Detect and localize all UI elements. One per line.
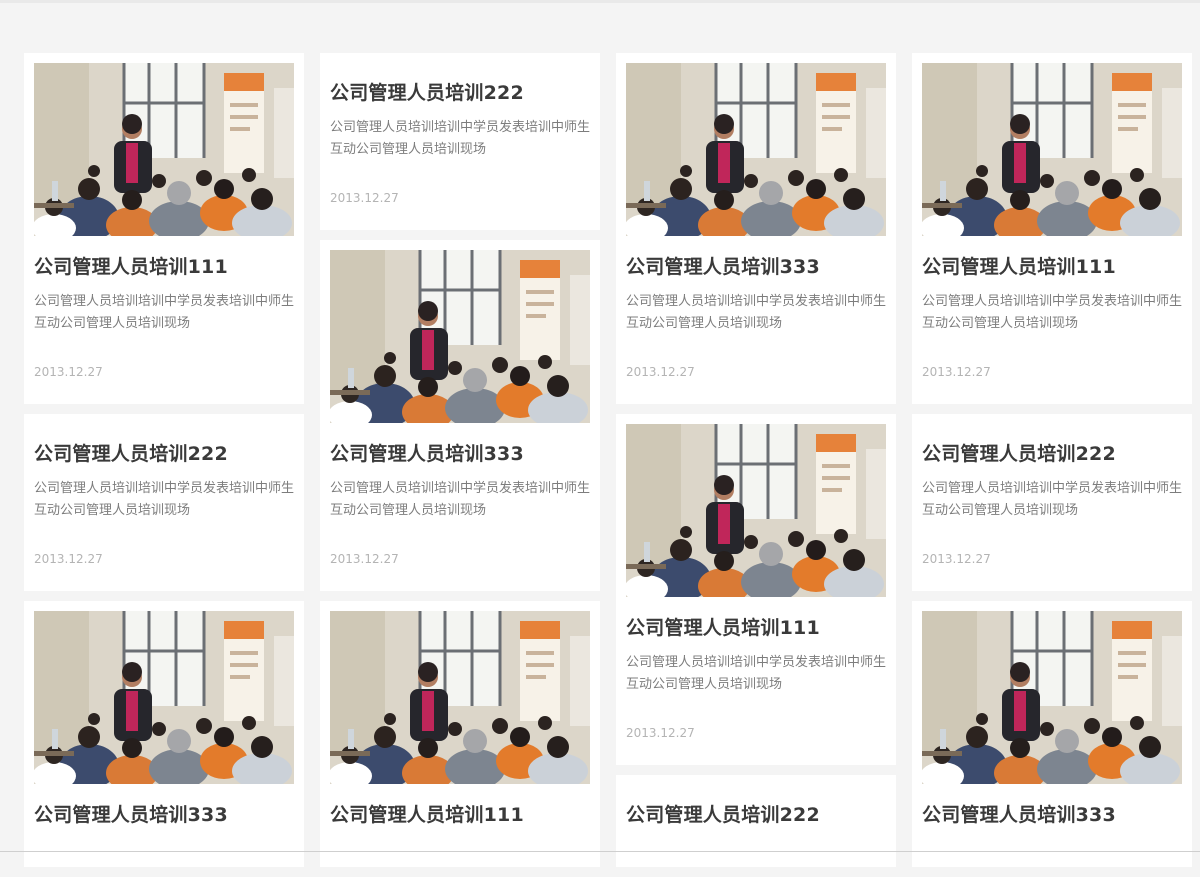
article-card[interactable]: 公司管理人员培训222 xyxy=(616,775,896,867)
card-title[interactable]: 公司管理人员培训222 xyxy=(922,442,1182,466)
card-description: 公司管理人员培训培训中学员发表培训中师生互动公司管理人员培训现场 xyxy=(330,481,591,518)
card-date: 2013.12.27 xyxy=(922,365,991,379)
grid-column-2: 公司管理人员培训222 公司管理人员培训培训中学员发表培训中师生互动公司管理人员培… xyxy=(320,53,600,877)
article-card[interactable]: 公司管理人员培训111 公司管理人员培训培训中学员发表培训中师生互动公司管理人员培… xyxy=(912,53,1192,404)
article-card[interactable]: 公司管理人员培训333 xyxy=(912,601,1192,867)
card-title[interactable]: 公司管理人员培训111 xyxy=(922,255,1182,279)
card-photo[interactable] xyxy=(330,611,590,784)
card-date: 2013.12.27 xyxy=(922,552,991,566)
grid-column-3: 公司管理人员培训333 公司管理人员培训培训中学员发表培训中师生互动公司管理人员培… xyxy=(616,53,896,877)
grid-column-1: 公司管理人员培训111 公司管理人员培训培训中学员发表培训中师生互动公司管理人员培… xyxy=(24,53,304,877)
card-date: 2013.12.27 xyxy=(34,365,103,379)
article-card[interactable]: 公司管理人员培训333 xyxy=(24,601,304,867)
horizontal-scrollbar[interactable] xyxy=(0,851,1200,852)
top-border xyxy=(0,0,1200,3)
card-title[interactable]: 公司管理人员培训222 xyxy=(330,81,590,105)
card-description: 公司管理人员培训培训中学员发表培训中师生互动公司管理人员培训现场 xyxy=(34,294,295,331)
card-title[interactable]: 公司管理人员培训111 xyxy=(34,255,294,279)
article-card[interactable]: 公司管理人员培训111 公司管理人员培训培训中学员发表培训中师生互动公司管理人员培… xyxy=(24,53,304,404)
article-card[interactable]: 公司管理人员培训333 公司管理人员培训培训中学员发表培训中师生互动公司管理人员培… xyxy=(320,240,600,591)
grid-column-4: 公司管理人员培训111 公司管理人员培训培训中学员发表培训中师生互动公司管理人员培… xyxy=(912,53,1192,877)
article-card[interactable]: 公司管理人员培训222 公司管理人员培训培训中学员发表培训中师生互动公司管理人员培… xyxy=(912,414,1192,591)
card-description: 公司管理人员培训培训中学员发表培训中师生互动公司管理人员培训现场 xyxy=(922,481,1183,518)
card-description: 公司管理人员培训培训中学员发表培训中师生互动公司管理人员培训现场 xyxy=(626,294,887,331)
card-date: 2013.12.27 xyxy=(626,365,695,379)
card-photo[interactable] xyxy=(922,63,1182,236)
card-date: 2013.12.27 xyxy=(626,726,695,740)
card-date: 2013.12.27 xyxy=(330,191,399,205)
card-description: 公司管理人员培训培训中学员发表培训中师生互动公司管理人员培训现场 xyxy=(34,481,295,518)
card-description: 公司管理人员培训培训中学员发表培训中师生互动公司管理人员培训现场 xyxy=(626,655,887,692)
card-photo[interactable] xyxy=(34,611,294,784)
card-title[interactable]: 公司管理人员培训222 xyxy=(34,442,294,466)
card-description: 公司管理人员培训培训中学员发表培训中师生互动公司管理人员培训现场 xyxy=(922,294,1183,331)
card-title[interactable]: 公司管理人员培训333 xyxy=(922,803,1182,827)
article-card[interactable]: 公司管理人员培训111 xyxy=(320,601,600,867)
card-title[interactable]: 公司管理人员培训111 xyxy=(330,803,590,827)
card-description: 公司管理人员培训培训中学员发表培训中师生互动公司管理人员培训现场 xyxy=(330,120,591,157)
card-title[interactable]: 公司管理人员培训333 xyxy=(626,255,886,279)
card-title[interactable]: 公司管理人员培训333 xyxy=(330,442,590,466)
card-photo[interactable] xyxy=(922,611,1182,784)
card-date: 2013.12.27 xyxy=(34,552,103,566)
card-title[interactable]: 公司管理人员培训222 xyxy=(626,803,886,827)
article-card[interactable]: 公司管理人员培训111 公司管理人员培训培训中学员发表培训中师生互动公司管理人员培… xyxy=(616,414,896,765)
card-title[interactable]: 公司管理人员培训333 xyxy=(34,803,294,827)
card-photo[interactable] xyxy=(626,424,886,597)
card-date: 2013.12.27 xyxy=(330,552,399,566)
article-card[interactable]: 公司管理人员培训222 公司管理人员培训培训中学员发表培训中师生互动公司管理人员培… xyxy=(320,53,600,230)
card-photo[interactable] xyxy=(330,250,590,423)
article-card[interactable]: 公司管理人员培训222 公司管理人员培训培训中学员发表培训中师生互动公司管理人员培… xyxy=(24,414,304,591)
card-photo[interactable] xyxy=(34,63,294,236)
card-title[interactable]: 公司管理人员培训111 xyxy=(626,616,886,640)
card-photo[interactable] xyxy=(626,63,886,236)
article-card[interactable]: 公司管理人员培训333 公司管理人员培训培训中学员发表培训中师生互动公司管理人员培… xyxy=(616,53,896,404)
